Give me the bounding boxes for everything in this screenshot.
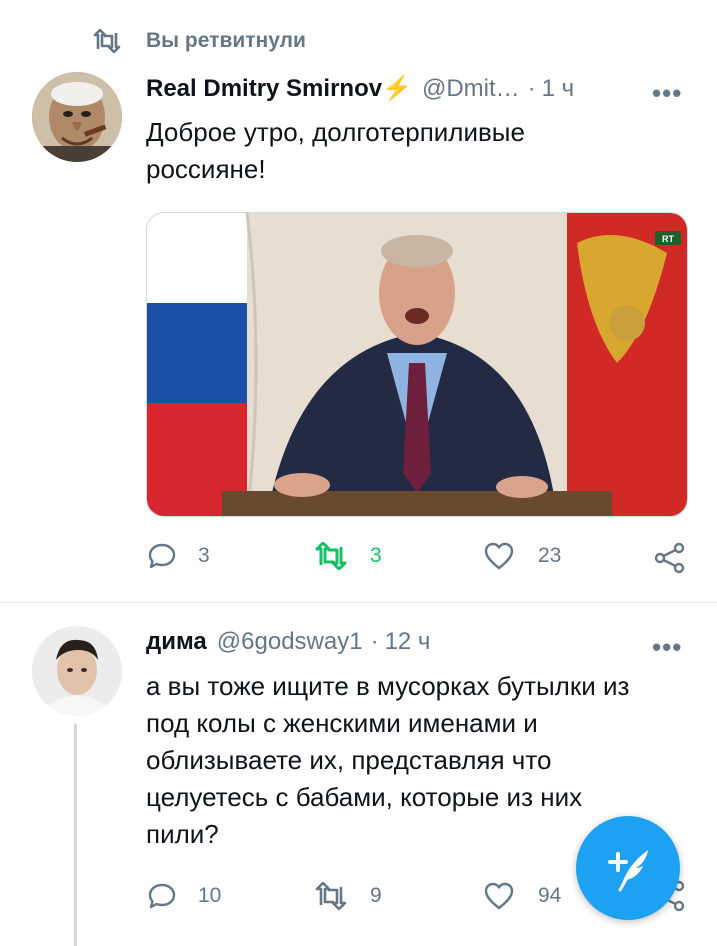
like-icon — [484, 882, 514, 910]
tweet-header: Real Dmitry Smirnov⚡ @Dmit… · 1 ч — [146, 74, 686, 103]
author-handle[interactable]: @6godsway1 — [217, 628, 363, 656]
retweet-button[interactable]: 9 — [314, 882, 382, 910]
reply-count: 10 — [198, 884, 222, 907]
avatar-image — [32, 626, 122, 716]
retweet-button[interactable]: 3 — [314, 542, 382, 570]
reply-icon — [148, 883, 176, 909]
reply-icon — [148, 543, 176, 569]
retweet-banner-label: Вы ретвитнули — [146, 29, 306, 52]
thread-line — [74, 724, 77, 946]
avatar[interactable] — [32, 72, 122, 162]
tweet-text-line: облизываете их, представляя что — [146, 745, 552, 775]
separator-dot: · — [370, 628, 379, 655]
retweet-count: 3 — [370, 544, 382, 567]
author-name[interactable]: Real Dmitry Smirnov⚡ — [146, 74, 412, 103]
tweet-text-line: а вы тоже ищите в мусорках бутылки из — [146, 671, 630, 701]
retweet-icon — [315, 542, 347, 570]
like-count: 94 — [538, 884, 562, 907]
like-count: 23 — [538, 544, 562, 567]
more-icon[interactable]: ••• — [652, 78, 682, 109]
retweet-banner: Вы ретвитнули — [92, 26, 306, 56]
author-name[interactable]: дима — [146, 628, 207, 656]
media-badge: RT — [662, 234, 674, 244]
tweet-header: дима @6godsway1 · 12 ч — [146, 628, 646, 656]
more-icon[interactable]: ••• — [652, 632, 682, 663]
tweet-media[interactable]: RT — [146, 212, 688, 517]
separator-dot: · — [527, 75, 536, 102]
retweet-icon — [93, 29, 121, 53]
media-image: RT — [147, 213, 687, 516]
share-button[interactable] — [654, 542, 686, 574]
tweet-text-line: Доброе утро, долготерпиливые — [146, 117, 525, 147]
compose-button[interactable] — [576, 816, 680, 920]
share-icon — [654, 542, 685, 574]
reply-button[interactable]: 3 — [148, 542, 210, 570]
like-button[interactable]: 94 — [484, 882, 561, 910]
like-icon — [484, 542, 514, 570]
retweet-count: 9 — [370, 884, 382, 907]
like-button[interactable]: 23 — [484, 542, 561, 570]
avatar[interactable] — [32, 626, 122, 716]
tweet-text: Доброе утро, долготерпиливые россияне! — [146, 114, 686, 188]
compose-icon — [608, 850, 648, 892]
reply-button[interactable]: 10 — [148, 882, 221, 910]
tweet-text-line: россияне! — [146, 154, 266, 184]
reply-count: 3 — [198, 544, 210, 567]
author-handle[interactable]: @Dmit… — [422, 75, 520, 103]
divider — [0, 602, 717, 603]
tweet-time[interactable]: 1 ч — [542, 75, 575, 103]
tweet-text-line: под колы с женскими именами и — [146, 708, 538, 738]
retweet-icon — [315, 882, 347, 910]
avatar-image — [32, 72, 122, 162]
tweet-text-line: целуетесь с бабами, которые из них — [146, 782, 583, 812]
tweet-time[interactable]: 12 ч — [385, 628, 431, 656]
